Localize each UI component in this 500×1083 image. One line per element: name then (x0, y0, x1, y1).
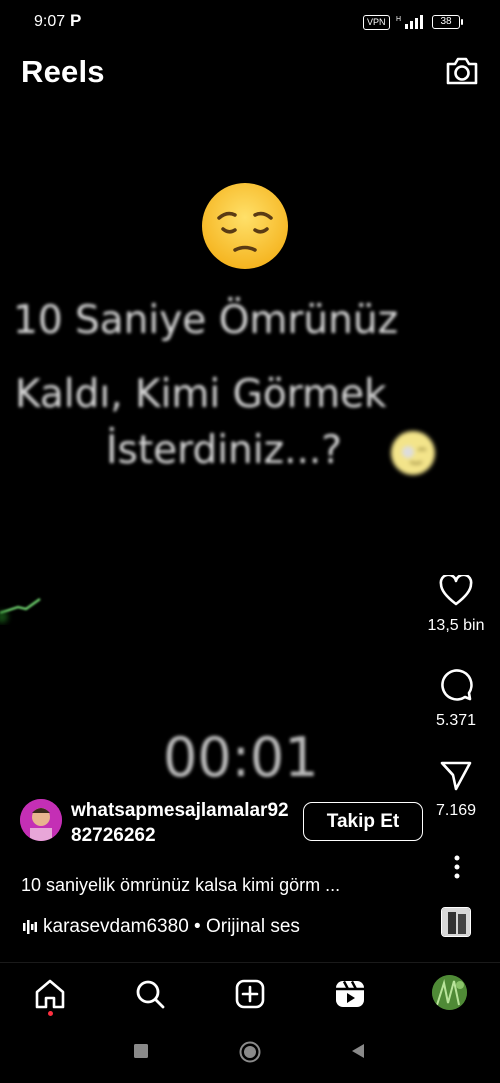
heart-icon (439, 575, 473, 606)
overlay-text-line-1: 10 Saniye Ömrünüz (13, 298, 399, 343)
green-light-streak (0, 598, 41, 623)
audio-label: karasevdam6380 • Orijinal ses (43, 916, 300, 937)
battery-indicator: 38 (432, 15, 463, 29)
status-time: 9:07 (34, 13, 66, 30)
system-nav-bar (0, 1022, 500, 1083)
comment-button[interactable]: 5.371 (421, 668, 491, 730)
audio-thumbnail[interactable] (441, 907, 471, 937)
create-icon[interactable] (233, 977, 267, 1011)
video-timer-text: 00:01 (163, 726, 319, 789)
author-username[interactable]: whatsapmesajlamalar9282726262 (71, 798, 291, 848)
like-count: 13,5 bin (427, 617, 485, 634)
post-caption[interactable]: 10 saniyelik ömrünüz kalsa kimi görm ... (21, 875, 340, 896)
home-system-icon[interactable] (239, 1041, 261, 1063)
pensive-face-emoji (202, 183, 288, 269)
share-count: 7.169 (435, 802, 477, 819)
comment-count: 5.371 (435, 712, 477, 729)
author-avatar[interactable] (20, 799, 62, 841)
overlay-text-line-2: Kaldı, Kimi Görmek (15, 372, 387, 417)
back-icon[interactable] (350, 1043, 366, 1059)
like-button[interactable]: 13,5 bin (421, 575, 491, 635)
camera-icon[interactable] (444, 54, 480, 88)
send-icon (440, 761, 472, 791)
follow-button[interactable]: Takip Et (303, 802, 423, 841)
svg-text:H: H (396, 16, 401, 23)
audio-info[interactable]: karasevdam6380 • Orijinal ses (23, 916, 300, 938)
reels-icon[interactable] (333, 977, 367, 1011)
vpn-badge: VPN (363, 15, 390, 30)
recent-apps-icon[interactable] (133, 1043, 149, 1059)
audio-bars-icon (23, 920, 37, 934)
carrier-icon: P (70, 11, 82, 30)
home-icon[interactable] (33, 977, 67, 1011)
more-vertical-icon (454, 855, 460, 879)
share-button[interactable]: 7.169 (421, 760, 491, 820)
notification-dot (48, 1011, 53, 1016)
comment-icon (441, 669, 473, 701)
signal-icon: H (396, 15, 423, 29)
page-title: Reels (21, 54, 105, 89)
overlay-text-line-3: İsterdiniz...? (106, 428, 342, 473)
winking-face-emoji (391, 431, 435, 475)
status-bar: 9:07 P VPN H 38 (0, 0, 500, 44)
search-icon[interactable] (133, 977, 167, 1011)
profile-avatar[interactable] (432, 975, 467, 1010)
bottom-nav (0, 962, 500, 1022)
more-options-button[interactable] (442, 855, 472, 881)
